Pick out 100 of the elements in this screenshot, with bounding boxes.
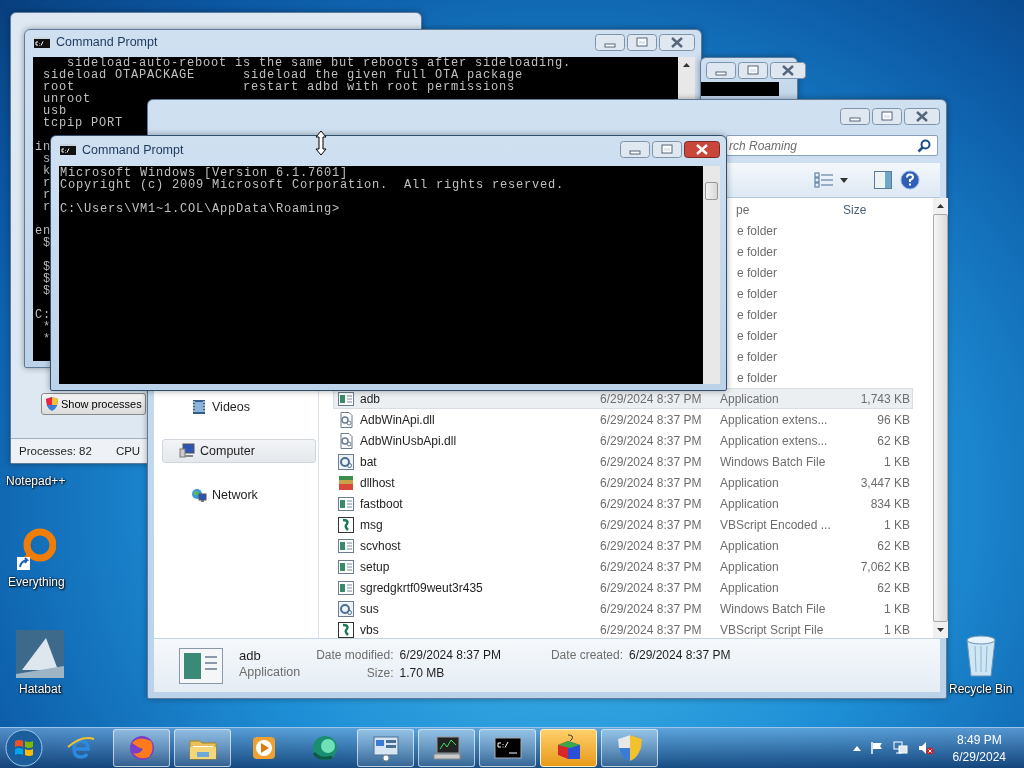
- console-text: usb: [42, 105, 67, 117]
- flag-icon[interactable]: [869, 741, 884, 755]
- console-text: *: [42, 333, 51, 345]
- console-text: k: [42, 165, 51, 177]
- file-row[interactable]: bat 6/29/2024 8:37 PM Windows Batch File 1 KB: [333, 451, 913, 472]
- nav-item[interactable]: Computer: [162, 439, 316, 463]
- detail-value: 6/29/2024 8:37 PM: [629, 648, 731, 662]
- console-text: C:\Users\VM1~1.COL\AppData\Roaming>: [60, 203, 341, 215]
- scroll-up-icon[interactable]: [937, 204, 944, 208]
- resize-cursor-icon: [315, 130, 327, 156]
- console-icon: [60, 144, 76, 155]
- clock[interactable]: 8:49 PM 6/29/2024: [952, 732, 1006, 764]
- console-text: in: [35, 141, 51, 153]
- console-text: en: [35, 225, 51, 237]
- console-text: r: [42, 201, 51, 213]
- minimize-button[interactable]: [840, 108, 870, 125]
- help-icon[interactable]: [900, 170, 920, 190]
- desktop-icon-label[interactable]: Recycle Bin: [949, 682, 1013, 696]
- close-button[interactable]: [684, 141, 720, 158]
- file-type[interactable]: e folder: [737, 265, 778, 280]
- maximize-button[interactable]: [738, 61, 768, 79]
- console-text: $: [42, 261, 51, 273]
- gear-document-icon: [338, 411, 354, 428]
- start-orb-icon[interactable]: [4, 728, 44, 768]
- caret-icon[interactable]: [840, 177, 848, 183]
- maximize-button[interactable]: [872, 108, 902, 125]
- search-icon[interactable]: [917, 139, 931, 153]
- console-text: tcpip PORT: [42, 117, 123, 129]
- film-icon: [191, 399, 207, 415]
- console-text: sideload-auto-reboot is the same but reboots after sideloading.: [67, 57, 572, 69]
- scrollbar[interactable]: [703, 166, 720, 384]
- view-list-icon[interactable]: [814, 172, 834, 188]
- file-row[interactable]: sus 6/29/2024 8:37 PM Windows Batch File 1 KB: [333, 598, 913, 619]
- minimize-button[interactable]: [620, 141, 650, 158]
- detail-label: Date created:: [550, 648, 623, 662]
- minimize-button[interactable]: [706, 61, 736, 79]
- file-row[interactable]: AdbWinUsbApi.dll 6/29/2024 8:37 PM Application extens... 62 KB: [333, 430, 913, 451]
- gear-window-icon: [338, 600, 354, 617]
- network-icon[interactable]: [892, 741, 909, 755]
- nav-item[interactable]: Network: [162, 483, 316, 507]
- column-header[interactable]: Size: [839, 203, 913, 217]
- file-type[interactable]: e folder: [737, 223, 778, 238]
- window-title: Command Prompt: [82, 142, 184, 157]
- computer-icon: [179, 443, 195, 459]
- console-text: Copyright (c) 2009 Microsoft Corporation. All rights reserved.: [60, 179, 565, 191]
- show-hidden-icons-icon[interactable]: [852, 745, 861, 751]
- minimize-button[interactable]: [595, 33, 625, 51]
- application-icon: [338, 558, 354, 575]
- file-type[interactable]: e folder: [737, 307, 778, 322]
- file-row[interactable]: msg 6/29/2024 8:37 PM VBScript Encoded ... 1 KB: [333, 514, 913, 535]
- detail-label: Date modified:: [316, 648, 394, 662]
- file-row[interactable]: dllhost 6/29/2024 8:37 PM Application 3,447 KB: [333, 472, 913, 493]
- application-icon: [338, 537, 354, 554]
- maximize-button[interactable]: [627, 33, 657, 51]
- file-type[interactable]: e folder: [737, 370, 778, 385]
- nav-item[interactable]: Videos: [162, 395, 316, 419]
- muted-speaker-icon[interactable]: [917, 741, 934, 755]
- file-type[interactable]: e folder: [737, 286, 778, 301]
- file-name: adb: [239, 648, 261, 663]
- preview-pane-icon[interactable]: [874, 171, 892, 189]
- picture-icon[interactable]: [16, 630, 64, 678]
- file-row[interactable]: vbs 6/29/2024 8:37 PM VBScript Script File 1 KB: [333, 619, 913, 640]
- file-row[interactable]: sgredgkrtf09weut3r435 6/29/2024 8:37 PM Application 62 KB: [333, 577, 913, 598]
- desktop-icon-label[interactable]: Notepad++: [6, 474, 66, 488]
- scroll-up-icon[interactable]: [683, 63, 690, 67]
- close-button[interactable]: [904, 108, 940, 125]
- show-processes-button[interactable]: Show processes: [41, 393, 146, 415]
- application-icon: [338, 390, 354, 407]
- file-row[interactable]: AdbWinApi.dll 6/29/2024 8:37 PM Application extens... 96 KB: [333, 409, 913, 430]
- file-row[interactable]: setup 6/29/2024 8:37 PM Application 7,062 KB: [333, 556, 913, 577]
- ring-shortcut-icon[interactable]: [16, 527, 57, 571]
- console-text: unroot: [42, 93, 91, 105]
- window-title: Command Prompt: [56, 35, 158, 49]
- column-header[interactable]: pe: [736, 203, 750, 217]
- console-text: r: [42, 189, 51, 201]
- scroll-down-icon[interactable]: [937, 628, 944, 632]
- console-text: Microsoft Windows [Version 6.1.7601]: [60, 167, 349, 179]
- file-type[interactable]: e folder: [737, 244, 778, 259]
- file-type[interactable]: e folder: [737, 349, 778, 364]
- console-text: C:: [35, 309, 51, 321]
- detail-value: 1.70 MB: [399, 666, 446, 680]
- console-icon: [34, 36, 50, 48]
- desktop-icon-label[interactable]: Everything: [8, 575, 65, 589]
- console-text: root restart adbd with root permissions: [42, 81, 516, 93]
- close-button[interactable]: [770, 61, 806, 79]
- desktop-icon-label[interactable]: Hatabat: [19, 682, 61, 696]
- console-text: $: [42, 237, 51, 249]
- file-type[interactable]: e folder: [737, 328, 778, 343]
- console-text: *: [42, 321, 51, 333]
- shield-icon: [45, 396, 59, 412]
- file-row[interactable]: scvhost 6/29/2024 8:37 PM Application 62 KB: [333, 535, 913, 556]
- globe-monitor-icon: [191, 487, 207, 503]
- console-text: s: [42, 153, 51, 165]
- file-row[interactable]: fastboot 6/29/2024 8:37 PM Application 834 KB: [333, 493, 913, 514]
- file-type: Application: [239, 665, 301, 679]
- application-icon: [338, 579, 354, 596]
- close-button[interactable]: [659, 33, 695, 51]
- detail-value: 6/29/2024 8:37 PM: [399, 648, 501, 662]
- console-text: $: [42, 273, 51, 285]
- search-field[interactable]: rch Roaming: [726, 135, 938, 156]
